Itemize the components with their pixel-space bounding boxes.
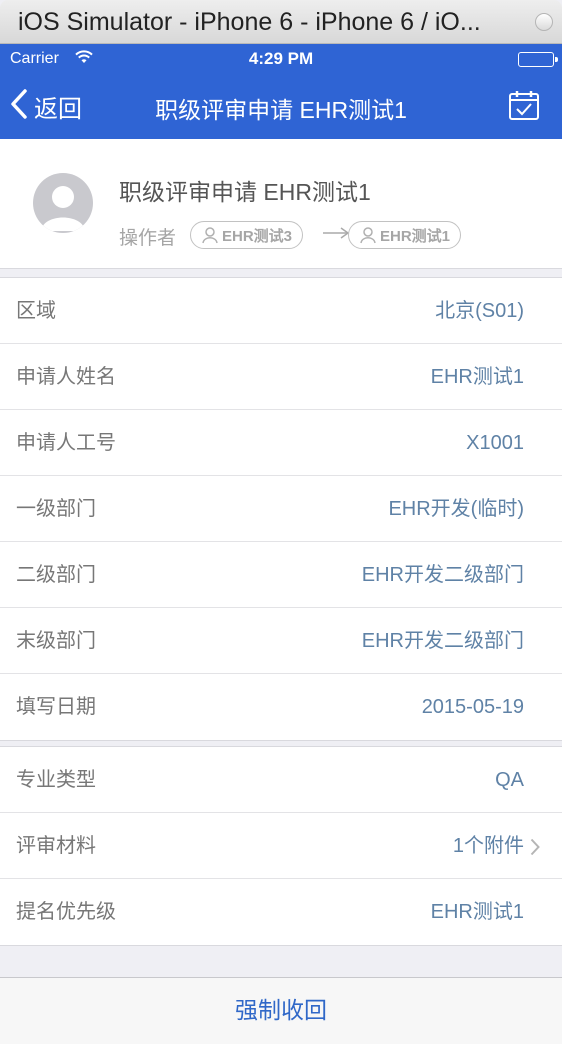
user-icon xyxy=(202,227,218,244)
list-row: 申请人工号 X1001 xyxy=(0,410,562,476)
status-time: 4:29 PM xyxy=(248,49,314,68)
avatar xyxy=(33,173,93,233)
row-label: 提名优先级 xyxy=(16,901,116,923)
row-label: 专业类型 xyxy=(16,769,96,791)
row-label: 一级部门 xyxy=(16,498,96,520)
operator-to-chip: EHR测试1 xyxy=(348,221,462,249)
row-value: EHR开发二级部门 xyxy=(361,630,524,652)
operator-from-chip: EHR测试3 xyxy=(190,221,304,249)
attachments-count: 1个附件 xyxy=(452,835,524,857)
row-value: EHR测试1 xyxy=(430,901,524,923)
calendar-check-icon[interactable] xyxy=(508,89,540,126)
list-row: 专业类型 QA xyxy=(0,747,562,813)
row-value: EHR开发(临时) xyxy=(388,498,524,520)
request-header-card: 职级评审申请 EHR测试1 操作者 EHR测试3 EHR测试1 xyxy=(0,139,562,269)
chevron-right-icon xyxy=(530,838,540,861)
navigation-bar: Carrier 4:29 PM 返回 职级评审申请 EHR测试1 xyxy=(0,44,562,139)
list-row: 申请人姓名 EHR测试1 xyxy=(0,344,562,410)
row-value: 2015-05-19 xyxy=(421,696,524,718)
bottom-toolbar: 强制收回 xyxy=(0,977,562,1044)
row-value: EHR开发二级部门 xyxy=(361,564,524,586)
list-row: 一级部门 EHR开发(临时) xyxy=(0,476,562,542)
row-label: 区域 xyxy=(16,300,56,322)
row-label: 末级部门 xyxy=(16,630,96,652)
review-info-section: 专业类型 QA 评审材料 1个附件 提名优先级 EHR测试1 xyxy=(0,746,562,946)
row-label: 二级部门 xyxy=(16,564,96,586)
page-title: 职级评审申请 EHR测试1 xyxy=(155,97,407,123)
applicant-info-section: 区域 北京(S01) 申请人姓名 EHR测试1 申请人工号 X1001 一级部门… xyxy=(0,277,562,741)
row-value: QA xyxy=(495,769,524,791)
list-row: 区域 北京(S01) xyxy=(0,278,562,344)
force-withdraw-button[interactable]: 强制收回 xyxy=(0,978,562,1042)
battery-icon xyxy=(518,52,558,67)
request-title: 职级评审申请 EHR测试1 xyxy=(119,179,371,205)
operator-label: 操作者 xyxy=(119,228,177,249)
operator-from-name: EHR测试3 xyxy=(222,227,293,245)
window-control-button[interactable] xyxy=(535,13,553,31)
row-value: X1001 xyxy=(466,432,524,454)
row-label: 评审材料 xyxy=(16,835,96,857)
status-bar: Carrier 4:29 PM xyxy=(0,44,562,74)
list-row: 末级部门 EHR开发二级部门 xyxy=(0,608,562,674)
row-label: 申请人工号 xyxy=(16,432,116,454)
user-icon xyxy=(360,227,376,244)
list-row: 二级部门 EHR开发二级部门 xyxy=(0,542,562,608)
row-label: 申请人姓名 xyxy=(16,366,116,388)
list-row: 填写日期 2015-05-19 xyxy=(0,674,562,740)
attachments-row[interactable]: 评审材料 1个附件 xyxy=(0,813,562,879)
arrow-right-icon xyxy=(322,225,350,246)
operator-to-name: EHR测试1 xyxy=(380,227,451,245)
list-row: 提名优先级 EHR测试1 xyxy=(0,879,562,945)
window-titlebar: iOS Simulator - iPhone 6 - iPhone 6 / iO… xyxy=(0,0,562,44)
row-label: 填写日期 xyxy=(16,696,96,718)
window-title: iOS Simulator - iPhone 6 - iPhone 6 / iO… xyxy=(18,8,481,36)
row-value: EHR测试1 xyxy=(430,366,524,388)
row-value: 北京(S01) xyxy=(435,300,524,322)
